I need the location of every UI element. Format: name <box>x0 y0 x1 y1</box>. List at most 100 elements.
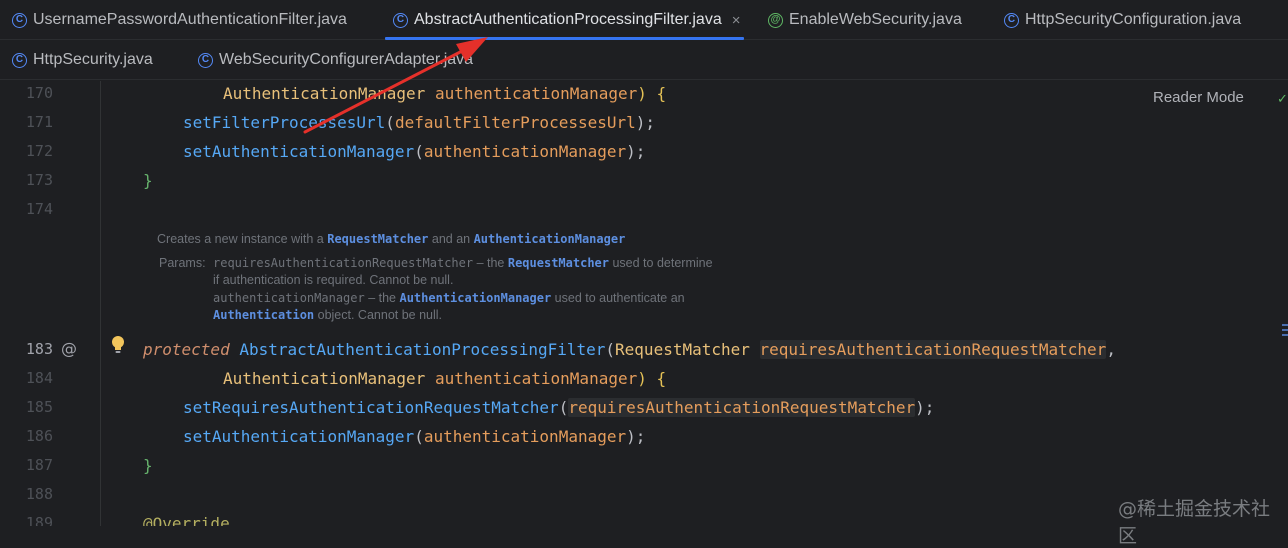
code-line-173: } <box>143 171 153 190</box>
code-type: RequestMatcher <box>615 340 750 359</box>
editor-tab-bar-row-2: C HttpSecurity.java C WebSecurityConfigu… <box>0 40 1288 80</box>
line-number: 186 <box>25 427 53 445</box>
line-number: 174 <box>25 200 53 218</box>
code-editor[interactable]: 170 171 172 173 174 183 184 185 186 187 … <box>0 81 1288 526</box>
code-type: AuthenticationManager <box>223 369 426 388</box>
javadoc-param-1-cont: if authentication is required. Cannot be… <box>213 273 454 287</box>
line-number: 173 <box>25 171 53 189</box>
line-number: 171 <box>25 113 53 131</box>
code-arg: requiresAuthenticationRequestMatcher <box>568 398 916 417</box>
javadoc-text: and an <box>428 232 474 246</box>
code-punct: ( <box>385 113 395 132</box>
class-icon: C <box>12 12 27 28</box>
line-number: 188 <box>25 485 53 503</box>
code-punct: ( <box>558 398 569 417</box>
line-number: 189 <box>25 514 53 526</box>
code-arg: defaultFilterProcessesUrl <box>394 113 636 132</box>
javadoc-text: used to authenticate an <box>551 291 685 305</box>
class-icon: C <box>1004 12 1019 28</box>
code-line-183: protected AbstractAuthenticationProcessi… <box>143 335 1116 364</box>
code-method: AbstractAuthenticationProcessingFilter <box>239 340 606 359</box>
code-punct: ); <box>626 427 646 446</box>
line-number: 185 <box>25 398 53 416</box>
line-number: 184 <box>25 369 53 387</box>
code-punct: ); <box>626 142 646 161</box>
code-punct: ( <box>605 340 616 359</box>
code-punct: ) { <box>637 84 667 103</box>
class-icon: C <box>393 12 408 28</box>
code-method: setRequiresAuthenticationRequestMatcher <box>183 398 559 417</box>
code-arg: authenticationManager <box>423 142 627 161</box>
code-punct: ) { <box>637 369 667 388</box>
tab-http-security[interactable]: C HttpSecurity.java <box>12 40 153 80</box>
watermark: @稀土掘金技术社区 <box>1118 498 1271 547</box>
tab-label: HttpSecurityConfiguration.java <box>1025 11 1242 28</box>
javadoc-text: used to determine <box>609 256 713 270</box>
lightbulb-icon[interactable] <box>110 335 126 355</box>
implementation-gutter-icon[interactable]: @ <box>61 339 77 358</box>
code-line-184: AuthenticationManager authenticationMana… <box>223 364 666 393</box>
code-arg: authenticationManager <box>423 427 627 446</box>
tab-label: WebSecurityConfigurerAdapter.java <box>219 51 474 68</box>
line-number-current: 183 <box>25 340 53 358</box>
code-type: AuthenticationManager <box>223 84 426 103</box>
javadoc-link-authentication-manager[interactable]: AuthenticationManager <box>474 232 626 246</box>
code-line-171: setFilterProcessesUrl(defaultFilterProce… <box>183 108 655 137</box>
code-line-187: } <box>143 456 153 475</box>
annotation-icon: @ <box>768 12 783 28</box>
javadoc-text: Creates a new instance with a <box>157 232 328 246</box>
code-punct: , <box>1106 340 1116 359</box>
code-line-170: AuthenticationManager authenticationMana… <box>223 81 666 108</box>
code-method: setAuthenticationManager <box>183 142 415 161</box>
code-param: requiresAuthenticationRequestMatcher <box>759 340 1107 359</box>
line-number: 170 <box>25 84 53 102</box>
tab-label: HttpSecurity.java <box>33 51 153 68</box>
tab-label: AbstractAuthenticationProcessingFilter.j… <box>414 11 722 28</box>
scrollbar-markers[interactable] <box>1282 324 1288 344</box>
code-punct: ( <box>414 142 424 161</box>
line-number: 172 <box>25 142 53 160</box>
code-punct: ); <box>915 398 935 417</box>
javadoc-text: – the <box>364 291 400 305</box>
javadoc-text: – the <box>473 256 508 270</box>
class-icon: C <box>12 52 27 68</box>
javadoc-param-name: authenticationManager <box>213 291 365 305</box>
scroll-marker <box>1282 324 1288 326</box>
scroll-marker <box>1282 334 1288 336</box>
javadoc-link-request-matcher[interactable]: RequestMatcher <box>327 232 428 246</box>
code-line-172: setAuthenticationManager(authenticationM… <box>183 137 645 166</box>
javadoc-param-2-cont: Authentication object. Cannot be null. <box>213 308 442 322</box>
class-icon: C <box>198 52 213 68</box>
tab-http-security-configuration[interactable]: C HttpSecurityConfiguration.java <box>1004 0 1241 40</box>
scroll-marker <box>1282 329 1288 331</box>
code-punct: ( <box>414 427 424 446</box>
reader-mode-button[interactable]: Reader Mode <box>1153 89 1244 106</box>
line-number: 187 <box>25 456 53 474</box>
tab-label: UsernamePasswordAuthenticationFilter.jav… <box>33 11 347 28</box>
javadoc-link-authentication[interactable]: Authentication <box>213 308 314 322</box>
javadoc-link-authentication-manager[interactable]: AuthenticationManager <box>399 291 551 305</box>
tab-enable-web-security[interactable]: @ EnableWebSecurity.java <box>768 0 962 40</box>
javadoc-link-request-matcher[interactable]: RequestMatcher <box>508 256 609 270</box>
javadoc-summary: Creates a new instance with a RequestMat… <box>157 232 625 246</box>
javadoc-param-name: requiresAuthenticationRequestMatcher <box>213 256 474 270</box>
check-icon[interactable]: ✓ <box>1277 91 1288 107</box>
code-method: setFilterProcessesUrl <box>183 113 386 132</box>
code-keyword: protected <box>143 340 230 359</box>
tab-web-security-configurer-adapter[interactable]: C WebSecurityConfigurerAdapter.java <box>198 40 473 80</box>
javadoc-param-2: authenticationManager – the Authenticati… <box>213 291 685 305</box>
tab-username-password-authentication-filter[interactable]: C UsernamePasswordAuthenticationFilter.j… <box>12 0 347 40</box>
code-line-186: setAuthenticationManager(authenticationM… <box>183 422 645 451</box>
code-punct: ); <box>635 113 656 132</box>
tab-abstract-authentication-processing-filter[interactable]: C AbstractAuthenticationProcessingFilter… <box>384 0 745 40</box>
javadoc-param-1: requiresAuthenticationRequestMatcher – t… <box>213 256 713 270</box>
javadoc-rendered: Creates a new instance with a RequestMat… <box>100 226 1288 326</box>
code-method: setAuthenticationManager <box>183 427 415 446</box>
javadoc-text: object. Cannot be null. <box>314 308 443 322</box>
code-line-185: setRequiresAuthenticationRequestMatcher(… <box>183 393 934 422</box>
code-param: authenticationManager <box>434 369 638 388</box>
editor-tab-bar-row-1: C UsernamePasswordAuthenticationFilter.j… <box>0 0 1288 40</box>
code-param: authenticationManager <box>434 84 638 103</box>
tab-label: EnableWebSecurity.java <box>789 11 962 28</box>
close-icon[interactable]: × <box>732 12 741 29</box>
